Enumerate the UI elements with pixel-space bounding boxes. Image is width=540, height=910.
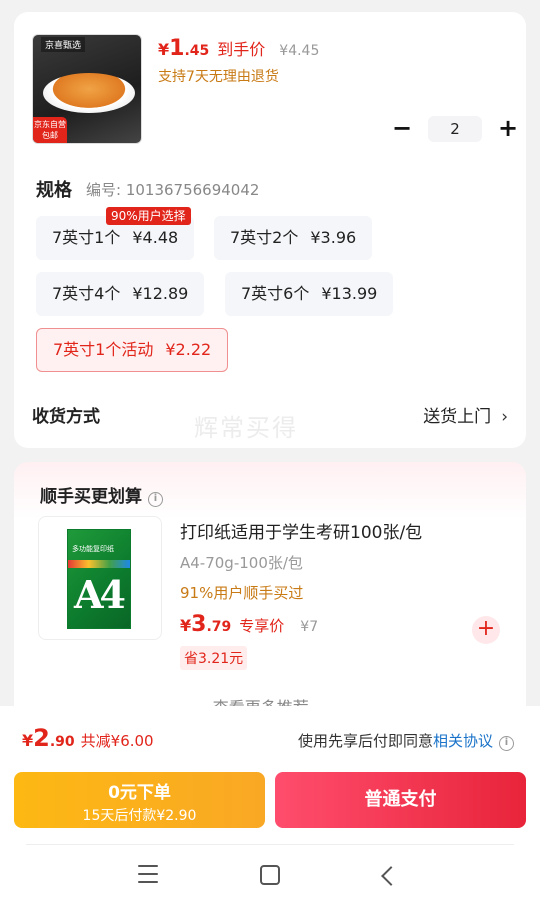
spec-option-3[interactable]: 7英寸4个 ¥12.89 [36,272,205,316]
paper-pack-image: 多功能复印纸 A4 [67,529,131,629]
product-card: 京喜甄选 京东自营 包邮 ¥ 1 .45 到手价 ¥4.45 支持7天无理由退货… [14,12,526,448]
chevron-right-icon: › [501,407,508,427]
rec-price-integer: 3 [191,612,207,637]
shipping-label: 收货方式 [32,407,100,427]
rec-original-price: ¥7 [300,619,319,635]
watermark-text: 辉常买得 [194,414,298,442]
shipping-value: 送货上门 [423,407,492,427]
add-to-order-button[interactable]: + [472,616,500,644]
badge-line2: 包邮 [42,131,58,140]
savings-badge: 省3.21元 [180,646,248,670]
checkout-bar: ¥ 2 .90 共减¥6.00 使用先享后付即同意相关协议 i 0元下单 15天后… [0,706,540,910]
bowl-image [43,73,135,113]
spec-option-5-selected[interactable]: 7英寸1个活动 ¥2.22 [36,328,229,372]
thumbnail-brand-tag: 京喜甄选 [41,37,86,52]
recommendation-card: 顺手买更划算 i 多功能复印纸 A4 打印纸适用于学生考研100张/包 A4-70… [14,462,526,722]
recommended-product-spec: A4-70g-100张/包 [180,554,303,572]
recommended-product-title[interactable]: 打印纸适用于学生考研100张/包 [180,518,422,543]
spec-option-4[interactable]: 7英寸6个 ¥13.99 [225,272,394,316]
pay-later-button[interactable]: 0元下单 15天后付款¥2.90 [14,772,265,828]
spec-option-name: 7英寸1个活动 [53,340,154,359]
pack-label: 多功能复印纸 [72,545,114,553]
spec-option-price: ¥12.89 [132,284,189,303]
recommended-product-image[interactable]: 多功能复印纸 A4 [38,516,162,640]
recommended-price: ¥ 3 .79 专享价 ¥7 [180,612,318,637]
decrease-button[interactable]: − [392,116,412,141]
normal-pay-button[interactable]: 普通支付 [275,772,526,828]
total-discount: 共减¥6.00 [80,732,154,750]
free-shipping-badge: 京东自营 包邮 [33,117,67,143]
recommended-popularity: 91%用户顺手买过 [180,584,304,602]
spec-option-name: 7英寸2个 [230,228,299,247]
agreement-text: 使用先享后付即同意 [297,732,433,750]
original-price: ¥4.45 [279,43,320,59]
info-icon[interactable]: i [148,492,163,507]
spec-option-price: ¥3.96 [310,228,357,247]
quantity-input[interactable]: 2 [428,116,482,142]
total-price: ¥ 2 .90 共减¥6.00 [22,724,154,752]
return-policy-note: 支持7天无理由退货 [158,69,279,85]
pack-stripe [68,560,130,568]
info-icon[interactable]: i [499,736,514,751]
total-decimal: .90 [49,734,75,750]
spec-option-price: ¥13.99 [321,284,378,303]
system-nav-bar [26,844,514,910]
product-thumbnail[interactable]: 京喜甄选 京东自营 包邮 [32,34,142,144]
shipping-method-selector[interactable]: 送货上门 › [423,402,508,427]
spec-option-name: 7英寸4个 [52,284,121,303]
price-label: 到手价 [217,40,266,59]
menu-icon[interactable] [138,865,158,883]
price-integer: 1 [169,36,185,61]
spec-code: 编号: 10136756694042 [86,181,260,199]
spec-option-price: ¥2.22 [165,340,212,359]
recommendation-title: 顺手买更划算 i [40,482,163,507]
agreement-note: 使用先享后付即同意相关协议 i [298,730,514,751]
spec-option-price: ¥4.48 [132,228,179,247]
back-icon[interactable] [381,866,401,886]
spec-title: 规格 [36,180,72,201]
home-icon[interactable] [260,865,280,885]
pay-later-title: 0元下单 [108,783,171,803]
pack-a4: A4 [74,572,126,617]
rec-price-symbol: ¥ [180,616,192,635]
popular-choice-tag: 90%用户选择 [106,207,191,225]
spec-option-name: 7英寸1个 [52,228,121,247]
agreement-link[interactable]: 相关协议 [433,732,493,750]
rec-price-decimal: .79 [206,619,232,635]
increase-button[interactable]: + [498,116,518,141]
badge-line1: 京东自营 [34,120,66,129]
spec-option-name: 7英寸6个 [241,284,310,303]
rec-price-label: 专享价 [239,617,285,635]
recommendation-title-text: 顺手买更划算 [40,487,142,507]
price-symbol: ¥ [158,40,170,59]
total-symbol: ¥ [22,731,34,750]
price-decimal: .45 [184,43,210,59]
pay-later-subtitle: 15天后付款¥2.90 [82,808,197,824]
total-integer: 2 [33,724,50,752]
product-price: ¥ 1 .45 到手价 ¥4.45 [158,36,319,61]
quantity-stepper: − 2 + [392,116,518,142]
spec-option-2[interactable]: 7英寸2个 ¥3.96 [214,216,373,260]
